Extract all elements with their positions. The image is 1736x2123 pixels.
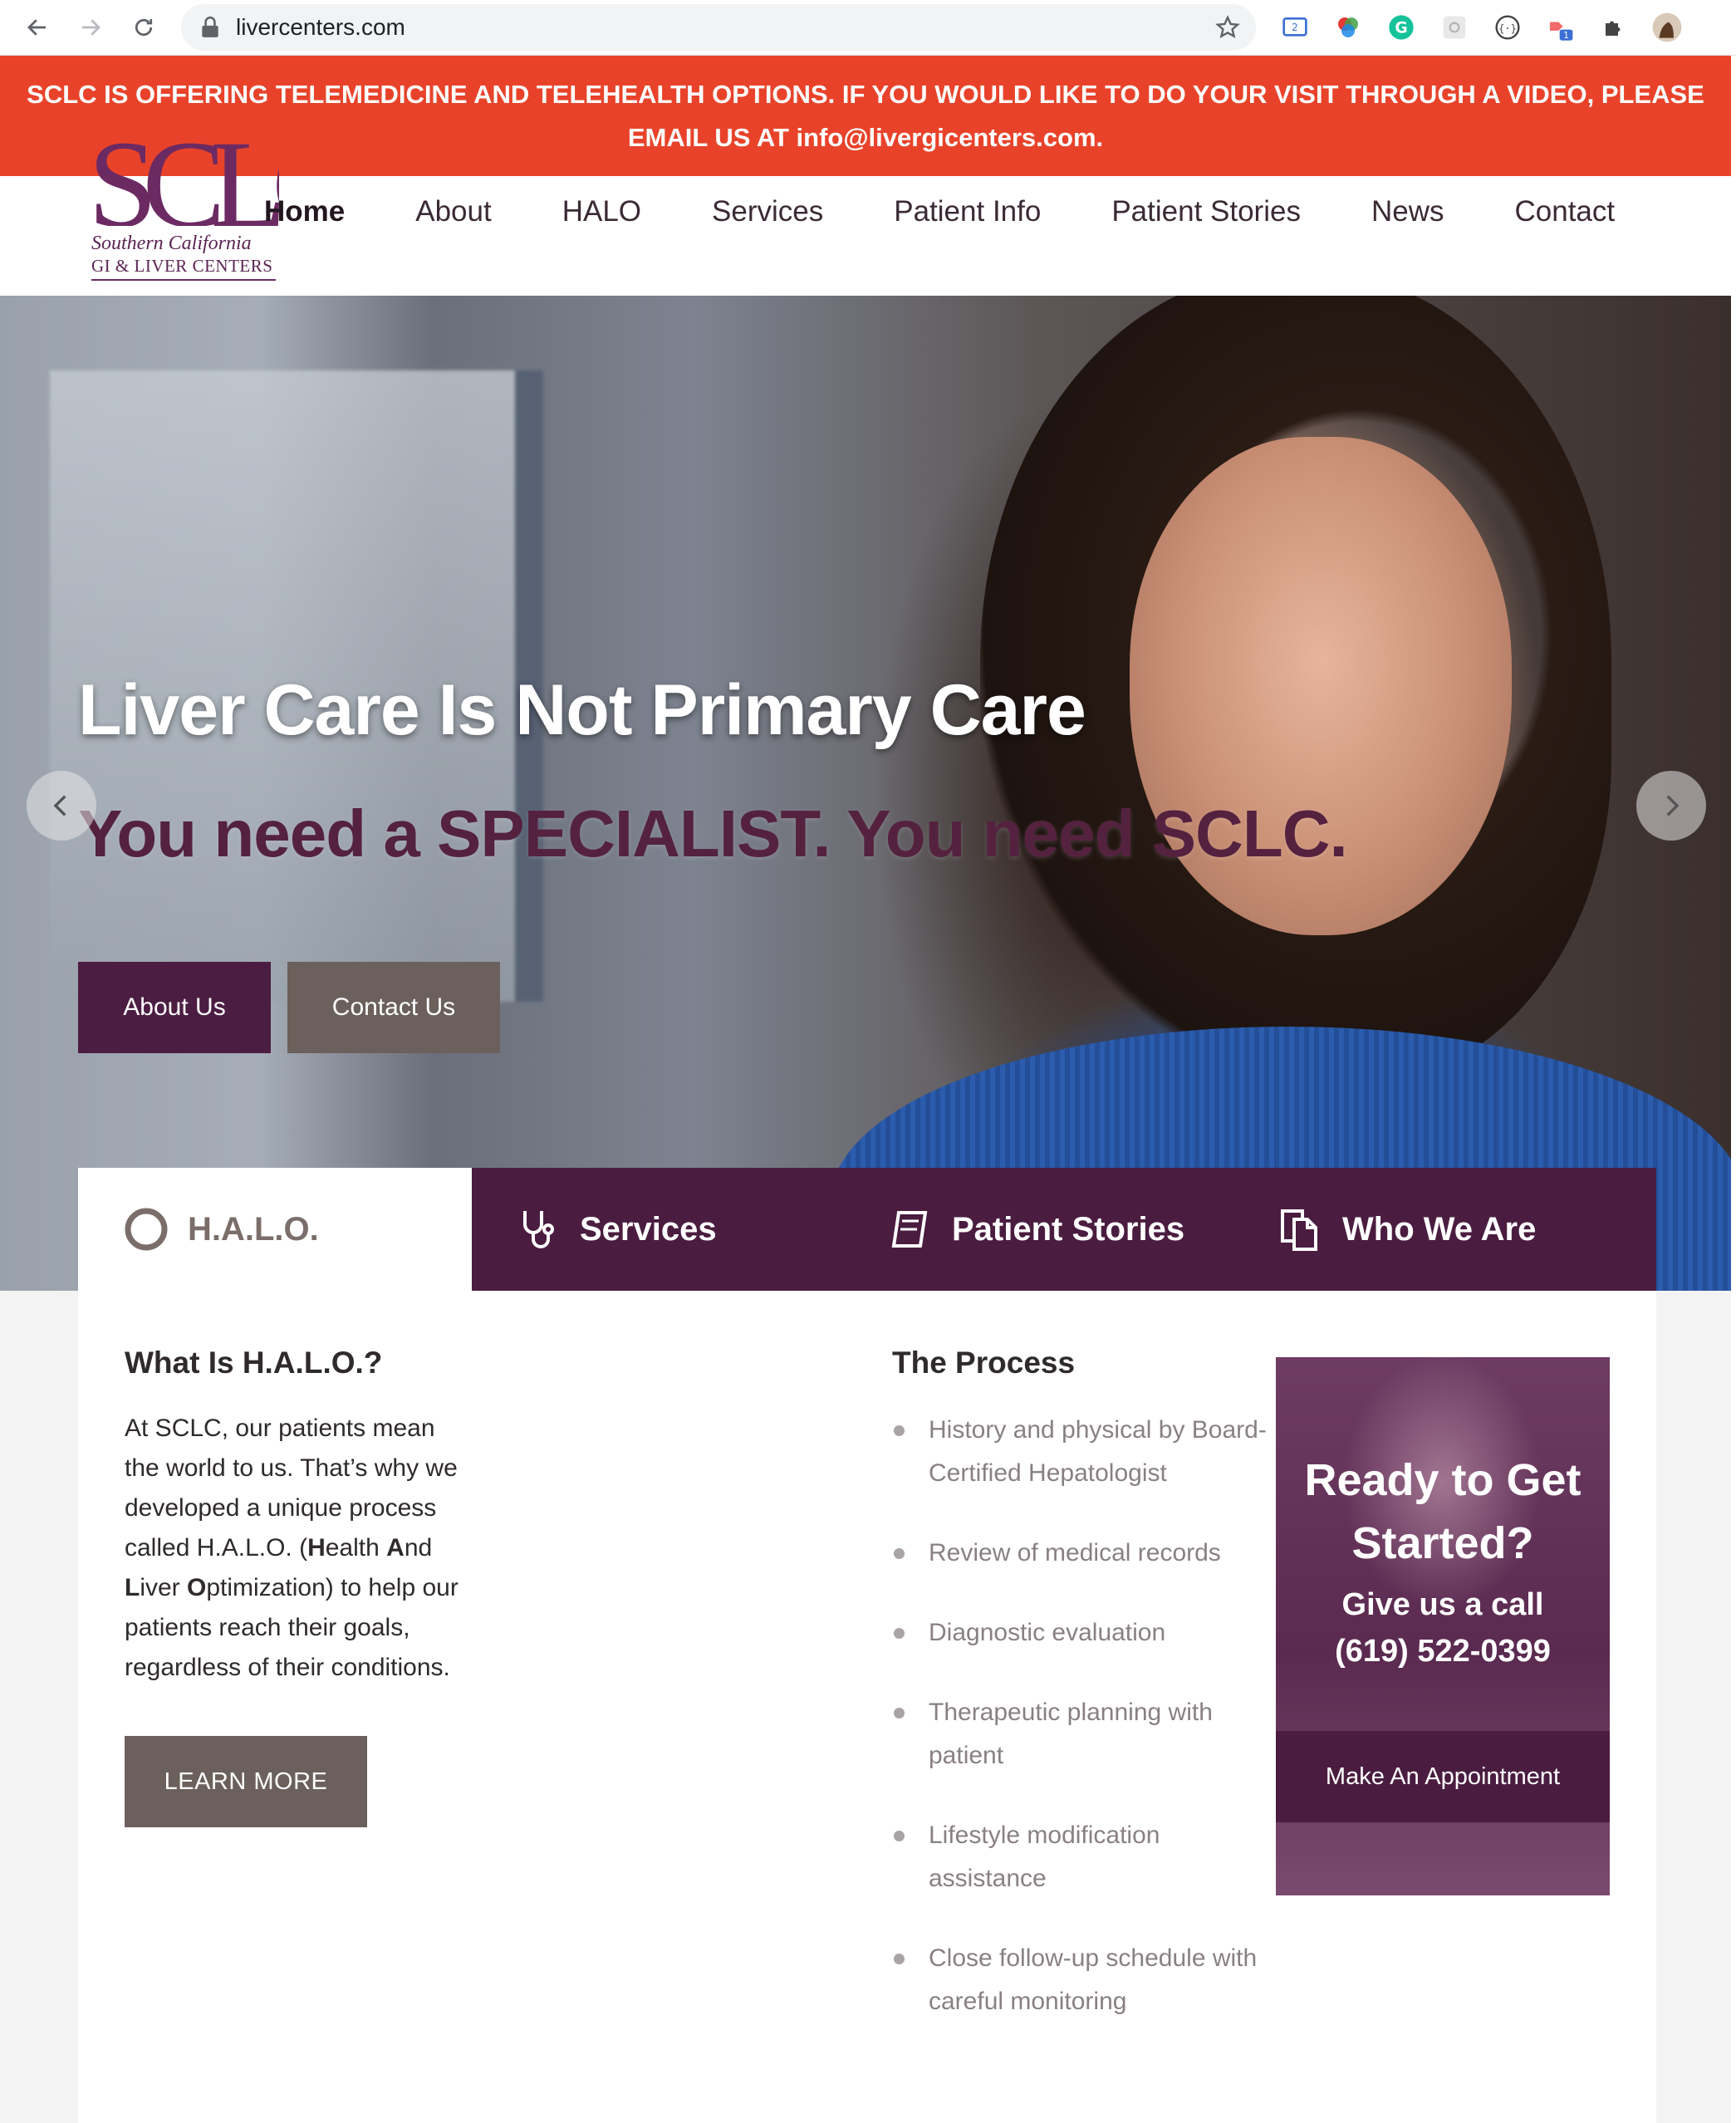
list-item: History and physical by Board-Certified … [892, 1409, 1274, 1495]
nav-about[interactable]: About [415, 183, 491, 241]
feature-tabs: H.A.L.O. Services Patient Stories Who We… [78, 1168, 1656, 1291]
cta-call-label: Give us a call [1341, 1587, 1544, 1622]
about-us-button[interactable]: About Us [78, 962, 271, 1053]
tab-halo[interactable]: H.A.L.O. [78, 1168, 472, 1291]
make-appointment-button[interactable]: Make An Appointment [1276, 1731, 1610, 1822]
contact-us-button[interactable]: Contact Us [287, 962, 500, 1053]
extension-colorwheel-icon[interactable] [1332, 12, 1364, 43]
documents-icon [1277, 1206, 1324, 1253]
halo-section: What Is H.A.L.O.? At SCLC, our patients … [125, 1346, 490, 1827]
svg-text:2: 2 [1292, 22, 1298, 33]
cta-heading: Ready to Get Started? [1304, 1455, 1582, 1568]
learn-more-button[interactable]: LEARN MORE [125, 1736, 367, 1827]
star-icon[interactable] [1214, 14, 1241, 41]
list-item: Diagnostic evaluation [892, 1611, 1274, 1655]
site-logo[interactable]: SCLC Southern California GI & LIVER CENT… [88, 143, 279, 292]
reload-icon [135, 18, 153, 37]
halo-description: At SCLC, our patients mean the world to … [125, 1415, 459, 1681]
tab-patient-stories[interactable]: Patient Stories [887, 1168, 1277, 1291]
tab-label: H.A.L.O. [188, 1210, 319, 1248]
tab-label: Services [580, 1210, 717, 1248]
arrow-left-icon [27, 19, 46, 36]
chevron-right-icon [1666, 795, 1680, 816]
logo-tagline: Southern California [91, 233, 252, 254]
tab-services[interactable]: Services [472, 1168, 887, 1291]
hero-title: Liver Care Is Not Primary Care [78, 670, 1086, 750]
phone-number[interactable]: (619) 522-0399 [1276, 1628, 1610, 1674]
svg-text:1: 1 [1563, 31, 1569, 41]
extension-screen-icon[interactable]: 2 [1279, 12, 1311, 43]
process-section: The Process History and physical by Boar… [892, 1346, 1274, 2060]
main-navigation: Home About HALO Services Patient Info Pa… [264, 183, 1685, 241]
process-list: History and physical by Board-Certified … [892, 1409, 1274, 2023]
list-item: Review of medical records [892, 1532, 1274, 1575]
appointment-card: Ready to Get Started? Give us a call (61… [1276, 1357, 1610, 1895]
logo-subtitle: GI & LIVER CENTERS [91, 256, 273, 276]
svg-text:{·}: {·} [1498, 22, 1517, 34]
slider-prev-button[interactable] [27, 771, 96, 841]
nav-services[interactable]: Services [712, 183, 823, 241]
browser-toolbar: livercenters.com 2 G {·} 1 [0, 0, 1736, 56]
tab-who-we-are[interactable]: Who We Are [1277, 1168, 1656, 1291]
list-item: Therapeutic planning with patient [892, 1691, 1274, 1777]
logo-underline [91, 279, 276, 281]
extension-share-icon[interactable]: 1 [1545, 12, 1577, 43]
tab-label: Who We Are [1342, 1210, 1537, 1248]
reload-button[interactable] [125, 8, 163, 47]
halo-heading: What Is H.A.L.O.? [125, 1346, 383, 1380]
list-item: Lifestyle modification assistance [892, 1814, 1274, 1900]
puzzle-icon[interactable] [1598, 12, 1630, 43]
nav-news[interactable]: News [1371, 183, 1444, 241]
back-button[interactable] [18, 8, 56, 47]
extension-grid-icon[interactable] [1439, 12, 1470, 43]
svg-text:G: G [1395, 20, 1407, 37]
hero-slider: Liver Care Is Not Primary Care You need … [0, 296, 1731, 1294]
stethoscope-icon [515, 1206, 562, 1253]
lock-icon [202, 16, 218, 37]
site-header: SCLC Southern California GI & LIVER CENT… [0, 143, 1731, 296]
tab-content-panel: What Is H.A.L.O.? At SCLC, our patients … [78, 1291, 1656, 2123]
process-heading: The Process [892, 1346, 1076, 1380]
url-text: livercenters.com [236, 14, 405, 40]
book-icon [887, 1206, 934, 1253]
chevron-left-icon [53, 795, 66, 816]
nav-patient-info[interactable]: Patient Info [894, 183, 1041, 241]
circle-icon [123, 1206, 169, 1253]
forward-button[interactable] [71, 8, 110, 47]
profile-avatar[interactable] [1651, 12, 1683, 43]
slider-next-button[interactable] [1636, 771, 1706, 841]
nav-home[interactable]: Home [264, 183, 345, 241]
extension-code-icon[interactable]: {·} [1492, 12, 1523, 43]
nav-halo[interactable]: HALO [562, 183, 641, 241]
address-bar[interactable]: livercenters.com [181, 4, 1256, 51]
arrow-right-icon [82, 19, 101, 36]
tab-label: Patient Stories [952, 1210, 1185, 1248]
nav-contact[interactable]: Contact [1514, 183, 1615, 241]
list-item: Close follow-up schedule with careful mo… [892, 1937, 1274, 2023]
grammarly-icon[interactable]: G [1385, 12, 1417, 43]
logo-mark: SCLC [88, 143, 279, 226]
hero-subtitle: You need a SPECIALIST. You need SCLC. [78, 797, 1348, 870]
nav-patient-stories[interactable]: Patient Stories [1111, 183, 1301, 241]
